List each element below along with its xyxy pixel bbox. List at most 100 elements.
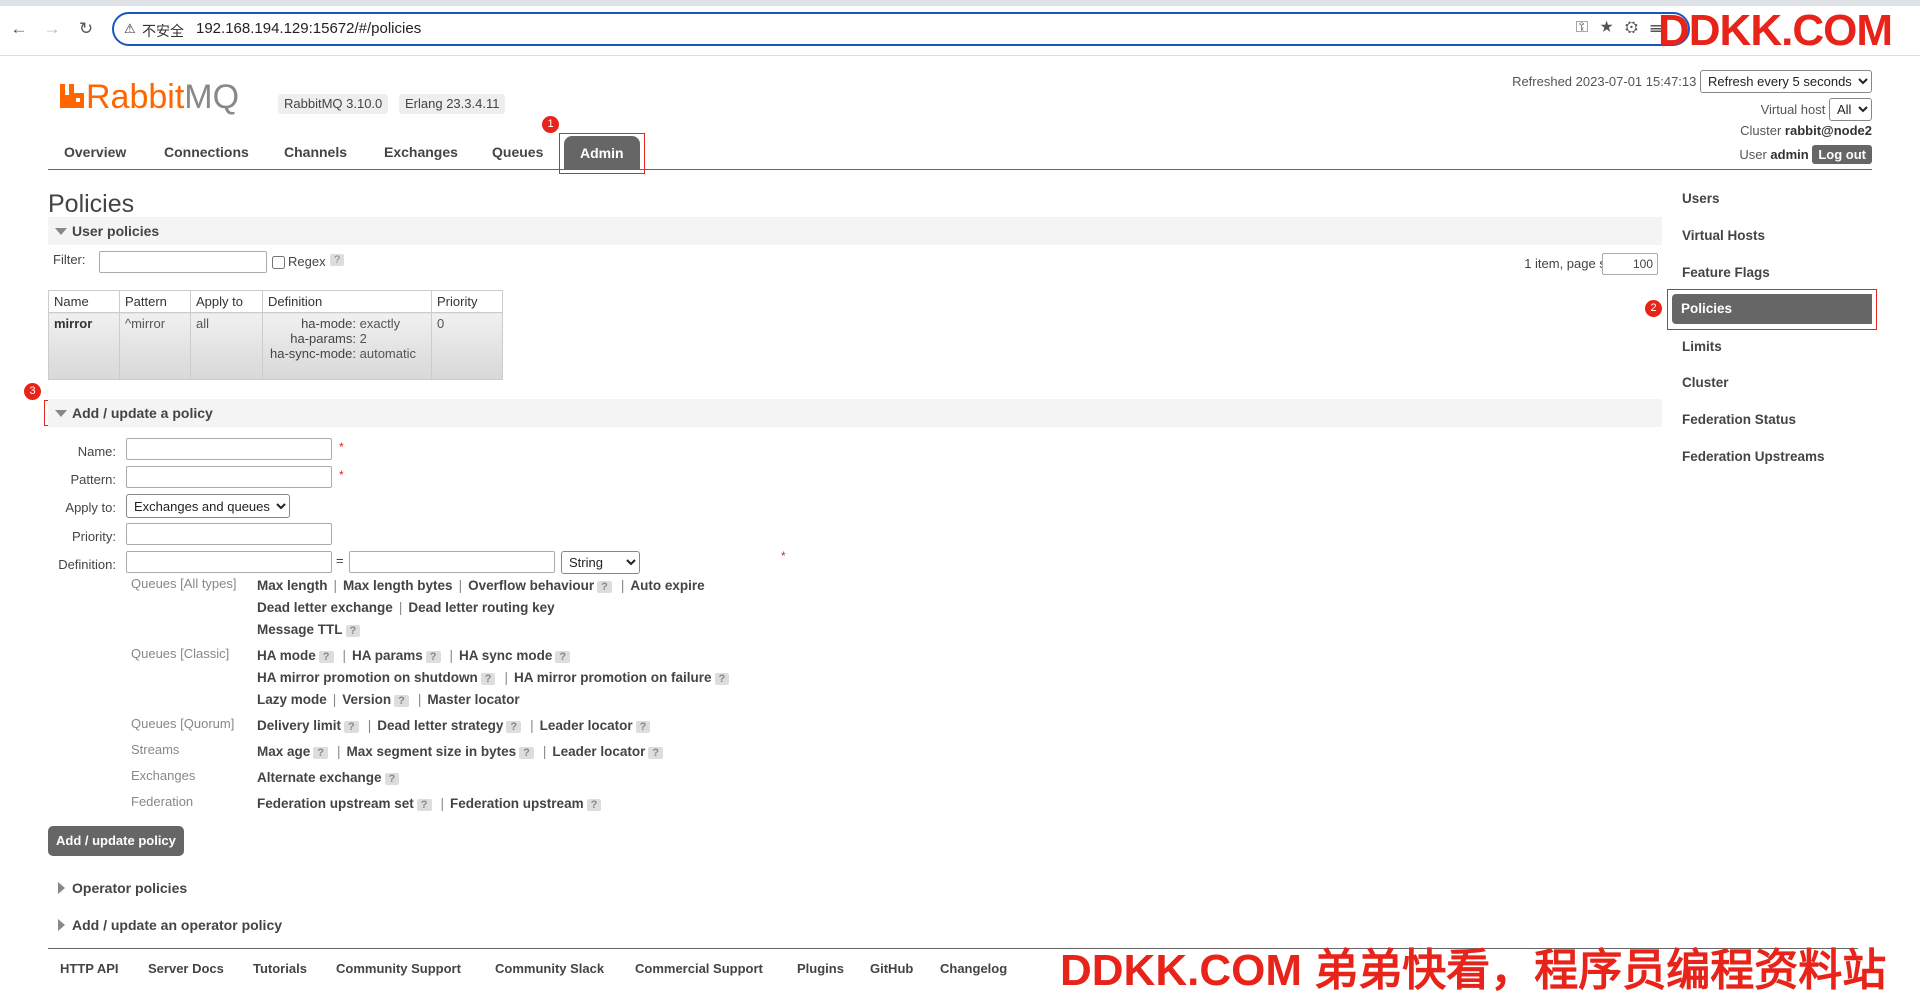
help-icon[interactable]: ? bbox=[714, 673, 730, 685]
key-master-locator[interactable]: Master locator bbox=[427, 692, 519, 707]
required-mark: * bbox=[339, 468, 344, 482]
forward-icon[interactable]: → bbox=[41, 18, 63, 40]
policy-pattern-cell: ^mirror bbox=[119, 312, 191, 380]
key-alternate-exchange[interactable]: Alternate exchange bbox=[257, 770, 382, 785]
tab-queues[interactable]: Queues bbox=[492, 144, 543, 160]
key-federation-upstream[interactable]: Federation upstream bbox=[450, 796, 584, 811]
key-max-length[interactable]: Max length bbox=[257, 578, 328, 593]
tab-connections[interactable]: Connections bbox=[164, 144, 249, 160]
key-delivery-limit[interactable]: Delivery limit bbox=[257, 718, 341, 733]
key-ha-sync-mode[interactable]: HA sync mode bbox=[459, 648, 552, 663]
key-federation-upstream-set[interactable]: Federation upstream set bbox=[257, 796, 414, 811]
refresh-select[interactable]: Refresh every 5 seconds bbox=[1700, 70, 1872, 93]
key-leader-locator[interactable]: Leader locator bbox=[540, 718, 633, 733]
key-dead-letter-strategy[interactable]: Dead letter strategy bbox=[377, 718, 503, 733]
annotation-marker-1: 1 bbox=[542, 116, 559, 133]
help-icon[interactable]: ? bbox=[394, 695, 409, 707]
column-header-pattern[interactable]: Pattern bbox=[119, 290, 191, 313]
help-icon[interactable]: ? bbox=[345, 625, 361, 637]
add-update-policy-button[interactable]: Add / update policy bbox=[48, 826, 184, 856]
url-text[interactable]: 192.168.194.129:15672/#/policies bbox=[196, 20, 421, 37]
tab-channels[interactable]: Channels bbox=[284, 144, 347, 160]
help-icon[interactable]: ? bbox=[384, 773, 400, 785]
tab-exchanges[interactable]: Exchanges bbox=[384, 144, 458, 160]
add-policy-header[interactable]: Add / update a policy bbox=[48, 399, 1662, 427]
key-stream-leader-locator[interactable]: Leader locator bbox=[552, 744, 645, 759]
sidebar-item-federation-upstreams[interactable]: Federation Upstreams bbox=[1682, 449, 1825, 464]
help-icon[interactable]: ? bbox=[313, 747, 329, 759]
column-header-definition[interactable]: Definition bbox=[262, 290, 432, 313]
definition-key-input[interactable] bbox=[126, 551, 332, 573]
footer-link-github[interactable]: GitHub bbox=[870, 961, 913, 976]
key-auto-expire[interactable]: Auto expire bbox=[630, 578, 704, 593]
user-policies-header[interactable]: User policies bbox=[48, 217, 1662, 245]
policy-name-cell[interactable]: mirror bbox=[48, 312, 120, 380]
erlang-version-badge: Erlang 23.3.4.11 bbox=[399, 94, 506, 114]
column-header-name[interactable]: Name bbox=[48, 290, 120, 313]
help-icon[interactable]: ? bbox=[506, 721, 522, 733]
help-icon[interactable]: ? bbox=[586, 799, 602, 811]
help-icon[interactable]: ? bbox=[416, 799, 432, 811]
policies-table: Name Pattern Apply to Definition Priorit… bbox=[48, 290, 503, 380]
help-icon[interactable]: ? bbox=[519, 747, 534, 759]
help-icon[interactable]: ? bbox=[555, 651, 571, 663]
key-max-length-bytes[interactable]: Max length bytes bbox=[343, 578, 453, 593]
key-dead-letter-exchange[interactable]: Dead letter exchange bbox=[257, 600, 393, 615]
definition-value-input[interactable] bbox=[349, 551, 555, 573]
page-size-input[interactable]: 100 bbox=[1602, 253, 1658, 275]
browser-tab-strip bbox=[0, 0, 1920, 6]
footer-link-community-slack[interactable]: Community Slack bbox=[495, 961, 604, 976]
policy-pattern-input[interactable] bbox=[126, 466, 332, 488]
column-header-apply-to[interactable]: Apply to bbox=[190, 290, 263, 313]
key-lazy-mode[interactable]: Lazy mode bbox=[257, 692, 327, 707]
definition-label: Definition: bbox=[58, 557, 116, 572]
key-overflow-behaviour[interactable]: Overflow behaviour bbox=[468, 578, 594, 593]
help-icon[interactable]: ? bbox=[425, 651, 441, 663]
tab-overview[interactable]: Overview bbox=[64, 144, 126, 160]
reload-icon[interactable]: ↻ bbox=[75, 18, 97, 40]
filter-input[interactable] bbox=[99, 251, 267, 273]
key-dead-letter-routing-key[interactable]: Dead letter routing key bbox=[408, 600, 554, 615]
help-icon[interactable]: ? bbox=[480, 673, 496, 685]
sidebar-item-limits[interactable]: Limits bbox=[1682, 339, 1722, 354]
key-version[interactable]: Version bbox=[342, 692, 391, 707]
sidebar-item-federation-status[interactable]: Federation Status bbox=[1682, 412, 1796, 427]
key-max-age[interactable]: Max age bbox=[257, 744, 310, 759]
apply-to-select[interactable]: Exchanges and queues bbox=[126, 494, 290, 518]
help-icon[interactable]: ? bbox=[344, 721, 359, 733]
sidebar-item-virtual-hosts[interactable]: Virtual Hosts bbox=[1682, 228, 1765, 243]
footer-link-community-support[interactable]: Community Support bbox=[336, 961, 461, 976]
footer-link-commercial-support[interactable]: Commercial Support bbox=[635, 961, 763, 976]
category-label-queues-quorum: Queues [Quorum] bbox=[131, 716, 235, 731]
key-ha-promotion-failure[interactable]: HA mirror promotion on failure bbox=[514, 670, 712, 685]
footer-link-http-api[interactable]: HTTP API bbox=[60, 961, 119, 976]
vhost-select[interactable]: All bbox=[1829, 98, 1872, 121]
sidebar-item-policies[interactable]: Policies bbox=[1672, 294, 1872, 324]
regex-checkbox[interactable] bbox=[272, 256, 285, 269]
table-row[interactable]: mirror ^mirror all ha-mode: exactly ha-p… bbox=[48, 312, 503, 380]
back-icon[interactable]: ← bbox=[8, 18, 30, 40]
help-icon[interactable]: ? bbox=[597, 581, 612, 593]
footer-link-plugins[interactable]: Plugins bbox=[797, 961, 844, 976]
help-icon[interactable]: ? bbox=[635, 721, 651, 733]
footer-link-changelog[interactable]: Changelog bbox=[940, 961, 1007, 976]
key-ha-promotion-shutdown[interactable]: HA mirror promotion on shutdown bbox=[257, 670, 478, 685]
policy-priority-input[interactable] bbox=[126, 523, 332, 545]
definition-type-select[interactable]: String bbox=[561, 551, 640, 574]
sidebar-item-users[interactable]: Users bbox=[1682, 191, 1720, 206]
help-icon[interactable]: ? bbox=[318, 651, 334, 663]
footer-link-server-docs[interactable]: Server Docs bbox=[148, 961, 224, 976]
column-header-priority[interactable]: Priority bbox=[431, 290, 503, 313]
key-message-ttl[interactable]: Message TTL bbox=[257, 622, 343, 637]
address-bar[interactable]: ⚠ 不安全 192.168.194.129:15672/#/policies ⚿… bbox=[112, 12, 1690, 46]
key-ha-mode[interactable]: HA mode bbox=[257, 648, 316, 663]
regex-help-icon[interactable]: ? bbox=[330, 254, 345, 266]
sidebar-item-feature-flags[interactable]: Feature Flags bbox=[1682, 265, 1770, 280]
key-ha-params[interactable]: HA params bbox=[352, 648, 423, 663]
operator-policies-header[interactable]: Operator policies bbox=[48, 874, 1662, 902]
policy-name-input[interactable] bbox=[126, 438, 332, 460]
help-icon[interactable]: ? bbox=[648, 747, 664, 759]
sidebar-item-cluster[interactable]: Cluster bbox=[1682, 375, 1729, 390]
footer-link-tutorials[interactable]: Tutorials bbox=[253, 961, 307, 976]
key-max-segment-size[interactable]: Max segment size in bytes bbox=[347, 744, 517, 759]
